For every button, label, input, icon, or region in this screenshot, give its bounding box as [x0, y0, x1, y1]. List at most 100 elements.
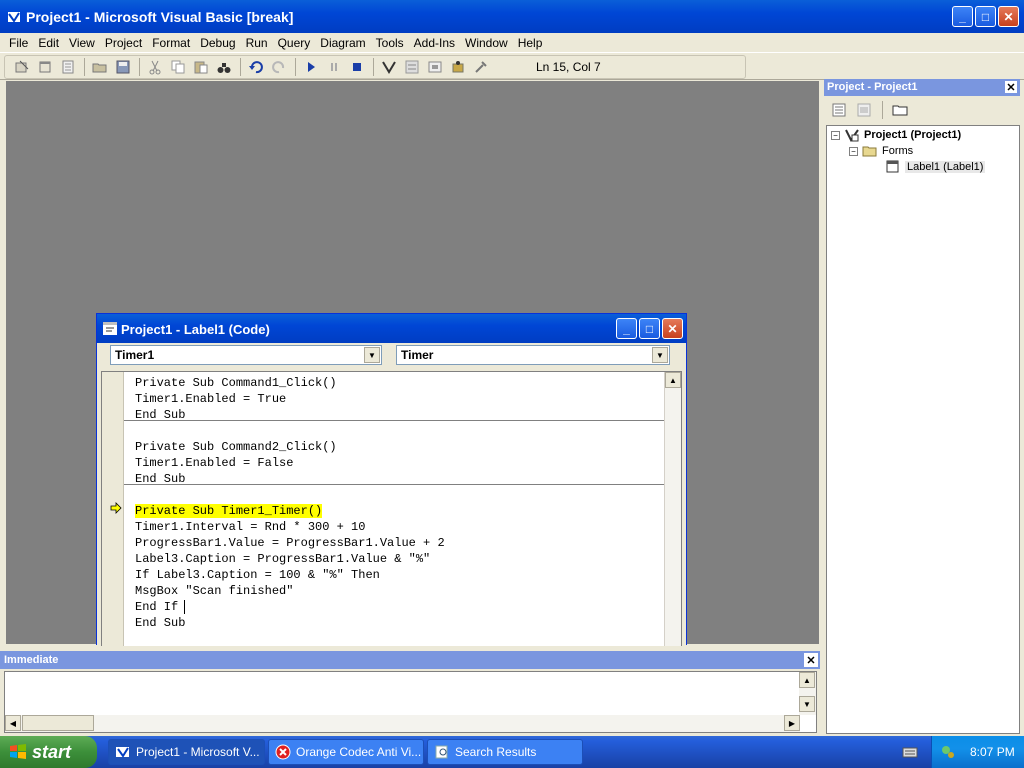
code-close-button[interactable]: ✕ [662, 318, 683, 339]
view-code-button[interactable] [828, 100, 850, 120]
tree-node-project[interactable]: − Project1 (Project1) [831, 128, 961, 142]
collapse-icon[interactable]: − [831, 130, 840, 140]
maximize-button[interactable]: □ [975, 6, 996, 27]
code-line[interactable]: End Sub [135, 407, 445, 423]
code-editor[interactable]: Private Sub Command1_Click() Timer1.Enabl… [101, 371, 682, 646]
scroll-up-icon[interactable]: ▲ [799, 672, 815, 688]
start-button[interactable]: start [0, 736, 97, 768]
taskbar-item-orange-codec[interactable]: Orange Codec Anti Vi... [268, 739, 424, 765]
end-button[interactable] [346, 57, 368, 77]
scroll-down-icon[interactable]: ▼ [799, 696, 815, 712]
project-tree[interactable]: − Project1 (Project1) − Forms Label1 (La… [826, 125, 1020, 734]
scroll-thumb[interactable] [22, 715, 94, 731]
close-button[interactable]: ✕ [998, 6, 1019, 27]
menu-run[interactable]: Run [241, 36, 273, 50]
tree-node-label1[interactable]: Label1 (Label1) [885, 160, 986, 174]
keyboard-icon[interactable] [902, 745, 918, 759]
tree-forms-label: Forms [882, 145, 914, 157]
menu-debug[interactable]: Debug [195, 36, 240, 50]
minimize-button[interactable]: _ [952, 6, 973, 27]
add-form-button[interactable] [34, 57, 56, 77]
taskbar-item-label: Orange Codec Anti Vi... [296, 745, 422, 759]
copy-button[interactable] [167, 57, 189, 77]
add-project-button[interactable] [11, 57, 33, 77]
code-line[interactable]: End If [135, 599, 445, 615]
break-button[interactable] [323, 57, 345, 77]
code-line[interactable]: Timer1.Interval = Rnd * 300 + 10 [135, 519, 445, 535]
menu-window[interactable]: Window [460, 36, 513, 50]
menu-view[interactable]: View [64, 36, 100, 50]
code-line[interactable]: Private Sub Command2_Click() [135, 439, 445, 455]
scroll-right-icon[interactable]: ▶ [784, 715, 800, 731]
clock[interactable]: 8:07 PM [970, 745, 1015, 759]
menu-file[interactable]: File [4, 36, 33, 50]
redo-button[interactable] [268, 57, 290, 77]
immediate-vertical-scrollbar[interactable]: ▲ ▼ [799, 672, 816, 715]
code-minimize-button[interactable]: _ [616, 318, 637, 339]
project-explorer-titlebar[interactable]: Project - Project1 ✕ [824, 79, 1020, 96]
taskbar-item-label: Search Results [455, 745, 537, 759]
immediate-titlebar[interactable]: Immediate ✕ [0, 651, 820, 669]
undo-button[interactable] [245, 57, 267, 77]
scroll-up-icon[interactable]: ▲ [665, 372, 681, 388]
code-line[interactable]: Timer1.Enabled = True [135, 391, 445, 407]
find-button[interactable] [213, 57, 235, 77]
editor-vertical-scrollbar[interactable]: ▲ [664, 372, 681, 646]
start-icon [308, 62, 315, 72]
current-execution-line[interactable]: Private Sub Timer1_Timer() [135, 503, 445, 519]
save-project-button[interactable] [112, 57, 134, 77]
object-browser-button[interactable] [447, 57, 469, 77]
menu-help[interactable]: Help [513, 36, 548, 50]
collapse-icon[interactable]: − [849, 146, 858, 156]
code-line[interactable]: Timer1.Enabled = False [135, 455, 445, 471]
properties-button[interactable] [401, 57, 423, 77]
code-line[interactable]: If Label3.Caption = 100 & "%" Then [135, 567, 445, 583]
code-text[interactable]: Private Sub Command1_Click() Timer1.Enabl… [135, 375, 445, 631]
menu-add-ins[interactable]: Add-Ins [409, 36, 460, 50]
undo-icon [249, 61, 263, 74]
menu-project[interactable]: Project [100, 36, 147, 50]
cut-button[interactable] [144, 57, 166, 77]
procedure-combo[interactable]: Timer ▼ [396, 345, 670, 365]
code-line[interactable]: ProgressBar1.Value = ProgressBar1.Value … [135, 535, 445, 551]
tree-node-forms[interactable]: − Forms [849, 144, 913, 158]
project-explorer-close-button[interactable]: ✕ [1004, 80, 1018, 94]
menu-query[interactable]: Query [273, 36, 316, 50]
menu-tools[interactable]: Tools [371, 36, 409, 50]
immediate-input[interactable]: ▲ ▼ ◀ ▶ [4, 671, 817, 733]
code-line[interactable]: MsgBox "Scan finished" [135, 583, 445, 599]
taskbar-item-visual-basic[interactable]: Project1 - Microsoft V... [108, 739, 265, 765]
menu-format[interactable]: Format [147, 36, 195, 50]
object-combo[interactable]: Timer1 ▼ [110, 345, 382, 365]
form-layout-button[interactable] [424, 57, 446, 77]
open-project-button[interactable] [89, 57, 111, 77]
menu-edit[interactable]: Edit [33, 36, 64, 50]
toolbox-button[interactable] [470, 57, 492, 77]
taskbar-item-search-results[interactable]: Search Results [427, 739, 583, 765]
network-icon[interactable] [940, 744, 956, 760]
code-maximize-button[interactable]: □ [639, 318, 660, 339]
start-run-button[interactable] [300, 57, 322, 77]
menu-editor-button[interactable] [57, 57, 79, 77]
code-window-titlebar[interactable]: Project1 - Label1 (Code) _ □ ✕ [97, 314, 686, 343]
paste-button[interactable] [190, 57, 212, 77]
code-window[interactable]: Project1 - Label1 (Code) _ □ ✕ Timer1 ▼ … [96, 313, 687, 646]
code-line[interactable]: Label3.Caption = ProgressBar1.Value & "%… [135, 551, 445, 567]
immediate-horizontal-scrollbar[interactable]: ◀ ▶ [5, 715, 800, 732]
toggle-folders-button[interactable] [889, 100, 911, 120]
code-line[interactable] [135, 487, 445, 503]
immediate-close-button[interactable]: ✕ [804, 653, 818, 667]
chevron-down-icon[interactable]: ▼ [364, 347, 380, 363]
code-line[interactable]: End Sub [135, 615, 445, 631]
project-explorer-button[interactable] [378, 57, 400, 77]
cut-icon [149, 60, 161, 75]
menu-diagram[interactable]: Diagram [315, 36, 370, 50]
view-object-button[interactable] [853, 100, 875, 120]
text-cursor [184, 600, 185, 614]
code-line[interactable]: End Sub [135, 471, 445, 487]
code-line[interactable]: Private Sub Command1_Click() [135, 375, 445, 391]
code-line[interactable] [135, 423, 445, 439]
chevron-down-icon[interactable]: ▼ [652, 347, 668, 363]
main-titlebar[interactable]: Project1 - Microsoft Visual Basic [break… [0, 0, 1024, 33]
scroll-left-icon[interactable]: ◀ [5, 715, 21, 731]
